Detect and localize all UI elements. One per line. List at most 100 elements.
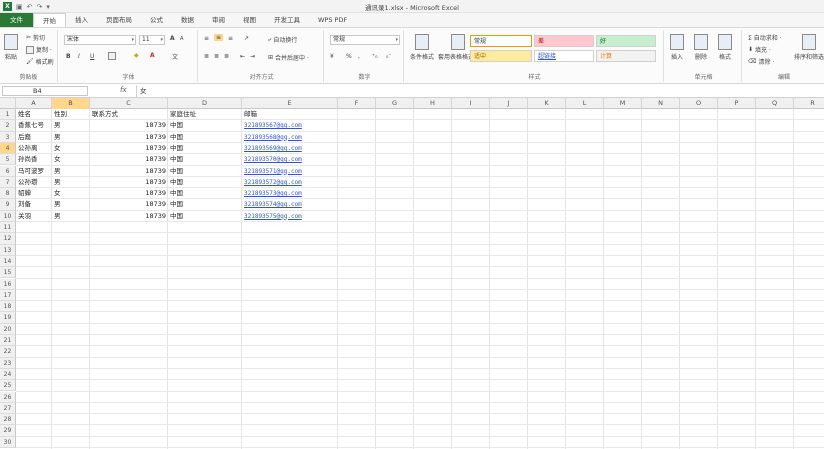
insert-cells-button[interactable]: 插入 [670,34,684,61]
address-cell[interactable]: 中国 [168,154,242,165]
column-header-q[interactable]: Q [756,98,794,109]
bold-button[interactable]: B [66,53,71,60]
merge-center-button[interactable]: ⊞ 合并后居中 · [268,53,309,62]
tab-developer[interactable]: 开发工具 [265,13,309,27]
column-header-k[interactable]: K [528,98,566,109]
phonetic-button[interactable]: 文 [172,52,178,61]
row-header-5[interactable]: 5 [0,154,16,166]
row-header-15[interactable]: 15 [0,267,16,279]
style-good[interactable]: 好 [596,35,656,47]
align-right-button[interactable]: ≣ [224,53,229,60]
email-cell[interactable]: 321893575@qq.com [242,211,338,222]
phone-cell[interactable]: 18739 [90,143,168,154]
number-format-select[interactable]: 常规 ▾ [330,35,400,45]
column-header-o[interactable]: O [680,98,718,109]
row-header-27[interactable]: 27 [0,402,16,415]
tab-formulas[interactable]: 公式 [141,13,172,27]
phone-cell[interactable]: 18739 [90,120,168,131]
style-neutral[interactable]: 适中 [470,50,532,62]
row-header-10[interactable]: 10 [0,210,16,222]
row-header-9[interactable]: 9 [0,199,16,211]
row-header-12[interactable]: 12 [0,233,16,245]
name-cell[interactable]: 公孙瓒 [16,177,52,188]
spreadsheet-grid[interactable]: ABCDEFGHIJKLMNOPQR 1 2 3 4 5 6 7 8 9 10 11 12 13 14 15… [0,98,824,449]
tab-wps-pdf[interactable]: WPS PDF [309,13,356,27]
tab-data[interactable]: 数据 [172,13,203,27]
currency-button[interactable]: ¥ [330,53,334,60]
grow-font-button[interactable]: A [170,35,175,42]
phone-cell[interactable]: 18739 [90,132,168,143]
fill-button[interactable]: ⬇ 填充 · [748,45,771,54]
phone-cell[interactable]: 18739 [90,188,168,199]
align-center-button[interactable]: ≣ [214,53,219,60]
row-header-7[interactable]: 7 [0,176,16,189]
row-header-21[interactable]: 21 [0,335,16,347]
gender-cell[interactable]: 女 [52,188,90,199]
increase-indent-button[interactable]: ⇥ [250,53,255,60]
row-header-14[interactable]: 14 [0,255,16,268]
tab-file[interactable]: 文件 [0,13,33,27]
header-cell[interactable]: 姓名 [16,109,52,120]
style-hyperlink[interactable]: 超链接 [534,50,594,62]
formula-input[interactable]: 女 [136,85,822,97]
row-header-4[interactable]: 4 [0,142,16,155]
gender-cell[interactable]: 男 [52,166,90,177]
row-header-26[interactable]: 26 [0,391,16,403]
fill-color-button[interactable]: ◆ [134,52,139,59]
row-header-3[interactable]: 3 [0,131,16,143]
cut-button[interactable]: ✂ 剪切 [26,33,45,42]
decrease-indent-button[interactable]: ⇤ [240,53,245,60]
name-cell[interactable]: 香蕉七号 [16,120,52,131]
format-cells-button[interactable]: 格式 [718,34,732,61]
header-cell[interactable]: 邮箱 [242,109,338,120]
conditional-format-button[interactable]: 条件格式 [410,34,434,61]
underline-button[interactable]: U [90,53,94,60]
address-cell[interactable]: 中国 [168,211,242,222]
row-header-1[interactable]: 1 [0,109,16,121]
name-box[interactable]: B4 [2,86,88,96]
header-cell[interactable]: 性别 [52,109,90,120]
email-cell[interactable]: 321893567@qq.com [242,120,338,131]
align-bottom-button[interactable]: ≡ [228,35,233,42]
address-cell[interactable]: 中国 [168,177,242,188]
phone-cell[interactable]: 18739 [90,211,168,222]
row-header-28[interactable]: 28 [0,414,16,426]
email-cell[interactable]: 321893569@qq.com [242,143,338,154]
row-header-24[interactable]: 24 [0,368,16,381]
column-header-j[interactable]: J [490,98,528,109]
address-cell[interactable]: 中国 [168,199,242,210]
font-name-select[interactable]: 宋体 ▾ [64,35,136,45]
email-cell[interactable]: 321893571@qq.com [242,166,338,177]
phone-cell[interactable]: 18739 [90,166,168,177]
gender-cell[interactable]: 男 [52,120,90,131]
header-cell[interactable]: 家庭住址 [168,109,242,120]
row-header-19[interactable]: 19 [0,312,16,324]
column-header-a[interactable]: A [16,98,52,109]
row-header-8[interactable]: 8 [0,188,16,200]
column-header-l[interactable]: L [566,98,604,109]
column-header-m[interactable]: M [604,98,642,109]
format-painter-button[interactable]: 🖌 格式刷 [26,57,54,66]
align-top-button[interactable]: ≡ [204,35,209,42]
email-cell[interactable]: 321893570@qq.com [242,154,338,165]
name-cell[interactable]: 关羽 [16,211,52,222]
select-all-corner[interactable] [0,98,16,109]
address-cell[interactable]: 中国 [168,120,242,131]
name-cell[interactable]: 刘备 [16,199,52,210]
paste-button[interactable]: 粘贴 [4,34,18,61]
email-cell[interactable]: 321893572@qq.com [242,177,338,188]
gender-cell[interactable]: 男 [52,132,90,143]
shrink-font-button[interactable]: A [180,36,183,42]
row-header-29[interactable]: 29 [0,425,16,437]
row-header-2[interactable]: 2 [0,120,16,132]
percent-button[interactable]: % [346,53,352,60]
address-cell[interactable]: 中国 [168,166,242,177]
gender-cell[interactable]: 女 [52,143,90,154]
column-header-b[interactable]: B [52,98,90,109]
name-cell[interactable]: 后裔 [16,132,52,143]
column-header-p[interactable]: P [718,98,756,109]
gender-cell[interactable]: 男 [52,177,90,188]
column-header-n[interactable]: N [642,98,680,109]
column-header-c[interactable]: C [90,98,168,109]
column-header-e[interactable]: E [242,98,338,109]
